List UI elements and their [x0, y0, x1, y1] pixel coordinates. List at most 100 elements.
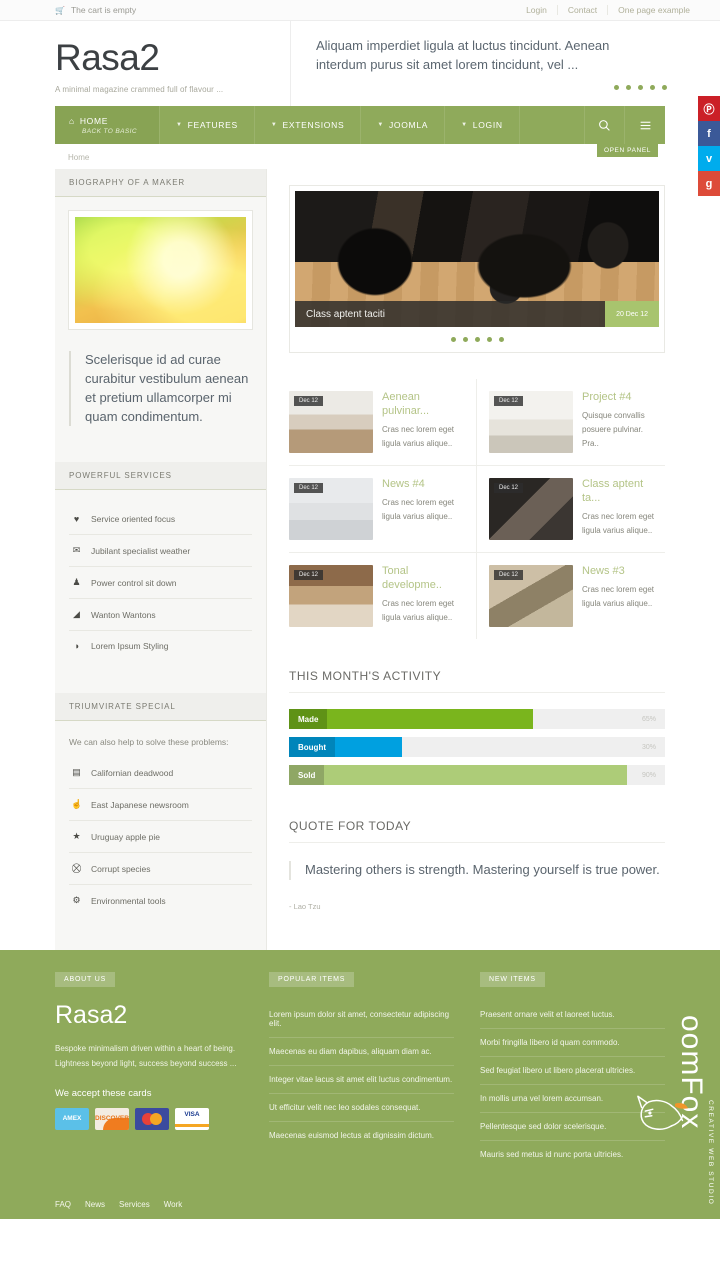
slider-dot[interactable]	[450, 337, 456, 342]
biography-quote: Scelerisque id ad curae curabitur vestib…	[69, 351, 252, 427]
google-plus-icon[interactable]: g	[698, 171, 720, 196]
article-title[interactable]: News #3	[582, 565, 655, 579]
slider-dots[interactable]	[295, 327, 659, 352]
article-title[interactable]: Aenean pulvinar...	[382, 391, 466, 419]
article-excerpt: Quisque convallis posuere pulvinar. Pra.…	[582, 410, 645, 448]
progress-bar-row: Bought 30%	[289, 737, 665, 757]
list-item[interactable]: ♟ Power control sit down	[69, 567, 252, 600]
footer-link-work[interactable]: Work	[164, 1200, 183, 1209]
topbar-link-one-page-example[interactable]: One page example	[607, 5, 700, 15]
nav-item-features[interactable]: ▼ FEATURES	[160, 106, 255, 144]
module-powerful-services-title: POWERFUL SERVICES	[55, 462, 266, 491]
facebook-icon[interactable]: f	[698, 121, 720, 146]
list-item-label: Power control sit down	[91, 577, 177, 588]
activity-title: THIS MONTH'S ACTIVITY	[289, 669, 665, 693]
article-card[interactable]: Dec 12 Project #4 Quisque convallis posu…	[477, 379, 665, 465]
list-item-label: Lorem Ipsum Styling	[91, 641, 169, 652]
slider-dot[interactable]	[486, 337, 492, 342]
article-card[interactable]: Dec 12 News #4 Cras nec lorem eget ligul…	[289, 465, 477, 552]
header-dot[interactable]	[650, 85, 655, 91]
topbar-links: Login Contact One page example	[516, 5, 700, 15]
twitter-icon[interactable]: ᴠ	[698, 146, 720, 171]
article-thumbnail[interactable]: Dec 12	[489, 565, 573, 627]
brand[interactable]: Rasa2 A minimal magazine crammed full of…	[55, 33, 290, 94]
list-item[interactable]: Integer vitae lacus sit amet elit luctus…	[269, 1066, 454, 1095]
slider-dot[interactable]	[498, 337, 504, 342]
pinterest-icon[interactable]: Ⓟ	[698, 96, 720, 121]
progress-bar-label: Sold	[289, 765, 325, 785]
featured-slider[interactable]: Class aptent taciti 20 Dec 12	[289, 185, 665, 353]
article-card[interactable]: Dec 12 Class aptent ta... Cras nec lorem…	[477, 465, 665, 552]
article-title[interactable]: Class aptent ta...	[582, 478, 655, 506]
footer-link-faq[interactable]: FAQ	[55, 1200, 71, 1209]
article-thumbnail[interactable]: Dec 12	[489, 391, 573, 453]
footer-bottom-links: FAQ News Services Work	[55, 1190, 665, 1209]
list-item[interactable]: ☝ East Japanese newsroom	[69, 789, 252, 822]
article-title[interactable]: News #4	[382, 478, 466, 492]
article-thumbnail[interactable]: Dec 12	[289, 391, 373, 453]
site-header: Rasa2 A minimal magazine crammed full of…	[0, 21, 720, 106]
joomfox-studio-logo: oomFox CREATIVE WEB STUDIO	[637, 1015, 714, 1206]
article-card[interactable]: Dec 12 News #3 Cras nec lorem eget ligul…	[477, 552, 665, 639]
list-item[interactable]: ◑ Lorem Ipsum Styling	[69, 631, 252, 661]
list-item[interactable]: Lorem ipsum dolor sit amet, consectetur …	[269, 1001, 454, 1039]
search-button[interactable]	[585, 106, 625, 144]
header-dot[interactable]	[626, 85, 631, 91]
list-item[interactable]: ⛒ Corrupt species	[69, 853, 252, 886]
list-item[interactable]: ✉ Jubilant specialist weather	[69, 535, 252, 568]
home-icon: ⌂	[69, 115, 75, 126]
biography-portrait-image	[69, 211, 252, 329]
list-item[interactable]: ★ Uruguay apple pie	[69, 821, 252, 854]
article-thumbnail[interactable]: Dec 12	[289, 478, 373, 540]
nav-item-home-sublabel: BACK TO BASIC	[82, 127, 137, 135]
article-card[interactable]: Dec 12 Aenean pulvinar... Cras nec lorem…	[289, 379, 477, 465]
header-slider-dots[interactable]	[316, 85, 695, 91]
nav-item-login[interactable]: ▼ LOGIN	[445, 106, 520, 144]
open-panel-button[interactable]	[625, 106, 665, 144]
topbar-link-contact[interactable]: Contact	[556, 5, 607, 15]
payment-cards: AMEX DISCOVER VISA	[55, 1107, 243, 1130]
article-title[interactable]: Project #4	[582, 391, 655, 405]
triumvirate-list: ▤ Californian deadwood ☝ East Japanese n…	[69, 757, 252, 916]
list-item[interactable]: ◢ Wanton Wantons	[69, 599, 252, 632]
footer-link-services[interactable]: Services	[119, 1200, 150, 1209]
article-thumbnail[interactable]: Dec 12	[289, 565, 373, 627]
triumvirate-intro: We can also help to solve these problems…	[69, 737, 229, 748]
car-icon: ⛒	[71, 863, 82, 874]
chevron-down-icon: ▼	[377, 122, 384, 128]
list-item[interactable]: Maecenas euismod lectus at dignissim dic…	[269, 1122, 454, 1149]
footer-cards-label: We accept these cards	[55, 1087, 152, 1099]
navigation-wrapper: ⌂ HOME BACK TO BASIC ▼ FEATURES ▼ EXTENS…	[0, 106, 720, 157]
nav-item-home[interactable]: ⌂ HOME BACK TO BASIC	[55, 106, 160, 144]
progress-bar-fill: Made	[289, 709, 534, 729]
slider-dot[interactable]	[462, 337, 468, 342]
article-card[interactable]: Dec 12 Tonal developme.. Cras nec lorem …	[289, 552, 477, 639]
quote-title: QUOTE FOR TODAY	[289, 819, 665, 843]
article-date-badge: Dec 12	[294, 570, 324, 580]
topbar-link-login[interactable]: Login	[516, 5, 557, 15]
chevron-down-icon: ▼	[461, 122, 468, 128]
list-item[interactable]: ⚙ Environmental tools	[69, 885, 252, 916]
nav-item-joomla[interactable]: ▼ JOOMLA	[361, 106, 446, 144]
progress-bar-fill: Bought	[289, 737, 402, 757]
article-excerpt: Cras nec lorem eget ligula varius alique…	[582, 584, 655, 608]
article-date-badge: Dec 12	[494, 483, 524, 493]
main-content: Class aptent taciti 20 Dec 12 Dec 12 Aen…	[267, 169, 665, 950]
list-item[interactable]: ▤ Californian deadwood	[69, 757, 252, 790]
visa-card-icon: VISA	[175, 1107, 209, 1130]
list-item-label: Corrupt species	[91, 863, 151, 874]
header-dot[interactable]	[614, 85, 619, 91]
article-thumbnail[interactable]: Dec 12	[489, 478, 573, 540]
slider-dot[interactable]	[474, 337, 480, 342]
cart-status[interactable]: 🛒 The cart is empty	[55, 5, 136, 15]
header-dot[interactable]	[638, 85, 643, 91]
joomfox-subtitle: CREATIVE WEB STUDIO	[707, 1099, 714, 1206]
footer-link-news[interactable]: News	[85, 1200, 105, 1209]
nav-item-extensions[interactable]: ▼ EXTENSIONS	[255, 106, 362, 144]
list-item[interactable]: ♥ Service oriented focus	[69, 504, 252, 536]
header-dot[interactable]	[662, 85, 667, 91]
article-title[interactable]: Tonal developme..	[382, 565, 466, 593]
cart-icon: 🛒	[55, 5, 65, 15]
list-item[interactable]: Ut efficitur velit nec leo sodales conse…	[269, 1094, 454, 1123]
list-item[interactable]: Maecenas eu diam dapibus, aliquam diam a…	[269, 1038, 454, 1067]
